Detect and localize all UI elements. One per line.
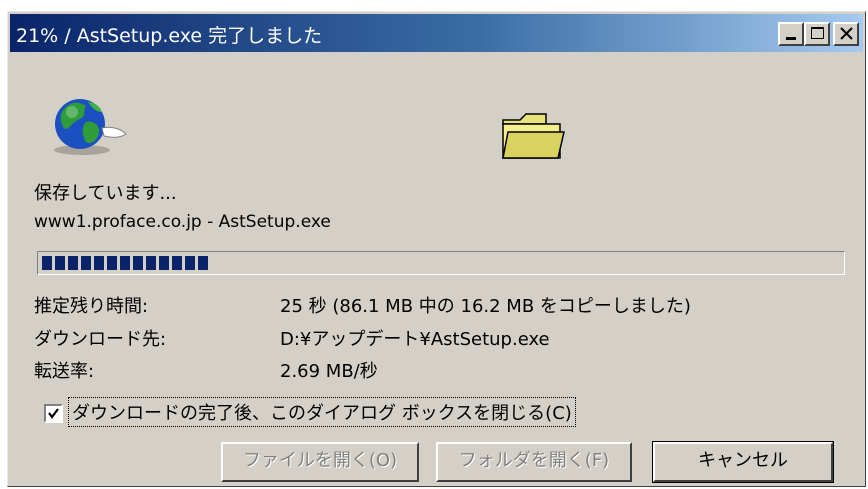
open-file-button[interactable]: ファイルを開く(O) xyxy=(221,442,419,482)
download-to-value: D:¥アップデート¥AstSetup.exe xyxy=(280,329,550,350)
close-on-complete-checkbox[interactable] xyxy=(44,404,63,423)
checkmark-icon xyxy=(48,408,59,419)
transfer-rate-label: 転送率: xyxy=(34,361,95,382)
download-progress-bar xyxy=(37,251,845,275)
transfer-rate-value: 2.69 MB/秒 xyxy=(280,361,378,382)
close-icon xyxy=(840,27,853,40)
close-on-complete-label[interactable]: ダウンロードの完了後、このダイアログ ボックスを閉じる(C) xyxy=(68,397,576,427)
globe-icon xyxy=(54,99,127,155)
window-title: 21% / AstSetup.exe 完了しました xyxy=(16,25,323,47)
download-dialog: 21% / AstSetup.exe 完了しました 保存しています... www… xyxy=(7,11,866,487)
time-left-label: 推定残り時間: xyxy=(34,296,149,317)
progress-fill xyxy=(42,256,211,270)
minimize-button[interactable] xyxy=(778,22,804,46)
download-to-label: ダウンロード先: xyxy=(34,329,167,350)
maximize-button[interactable] xyxy=(804,22,830,46)
close-button[interactable] xyxy=(833,22,859,46)
folder-icon xyxy=(502,113,565,159)
open-folder-button[interactable]: フォルダを開く(F) xyxy=(436,442,632,482)
status-text: 保存しています... xyxy=(34,183,177,204)
maximize-icon xyxy=(811,27,824,39)
title-bar[interactable]: 21% / AstSetup.exe 完了しました xyxy=(10,14,863,52)
source-text: www1.proface.co.jp - AstSetup.exe xyxy=(34,212,331,232)
cancel-button[interactable]: キャンセル xyxy=(652,441,834,483)
time-left-value: 25 秒 (86.1 MB 中の 16.2 MB をコピーしました) xyxy=(280,296,691,317)
minimize-icon xyxy=(786,37,796,40)
